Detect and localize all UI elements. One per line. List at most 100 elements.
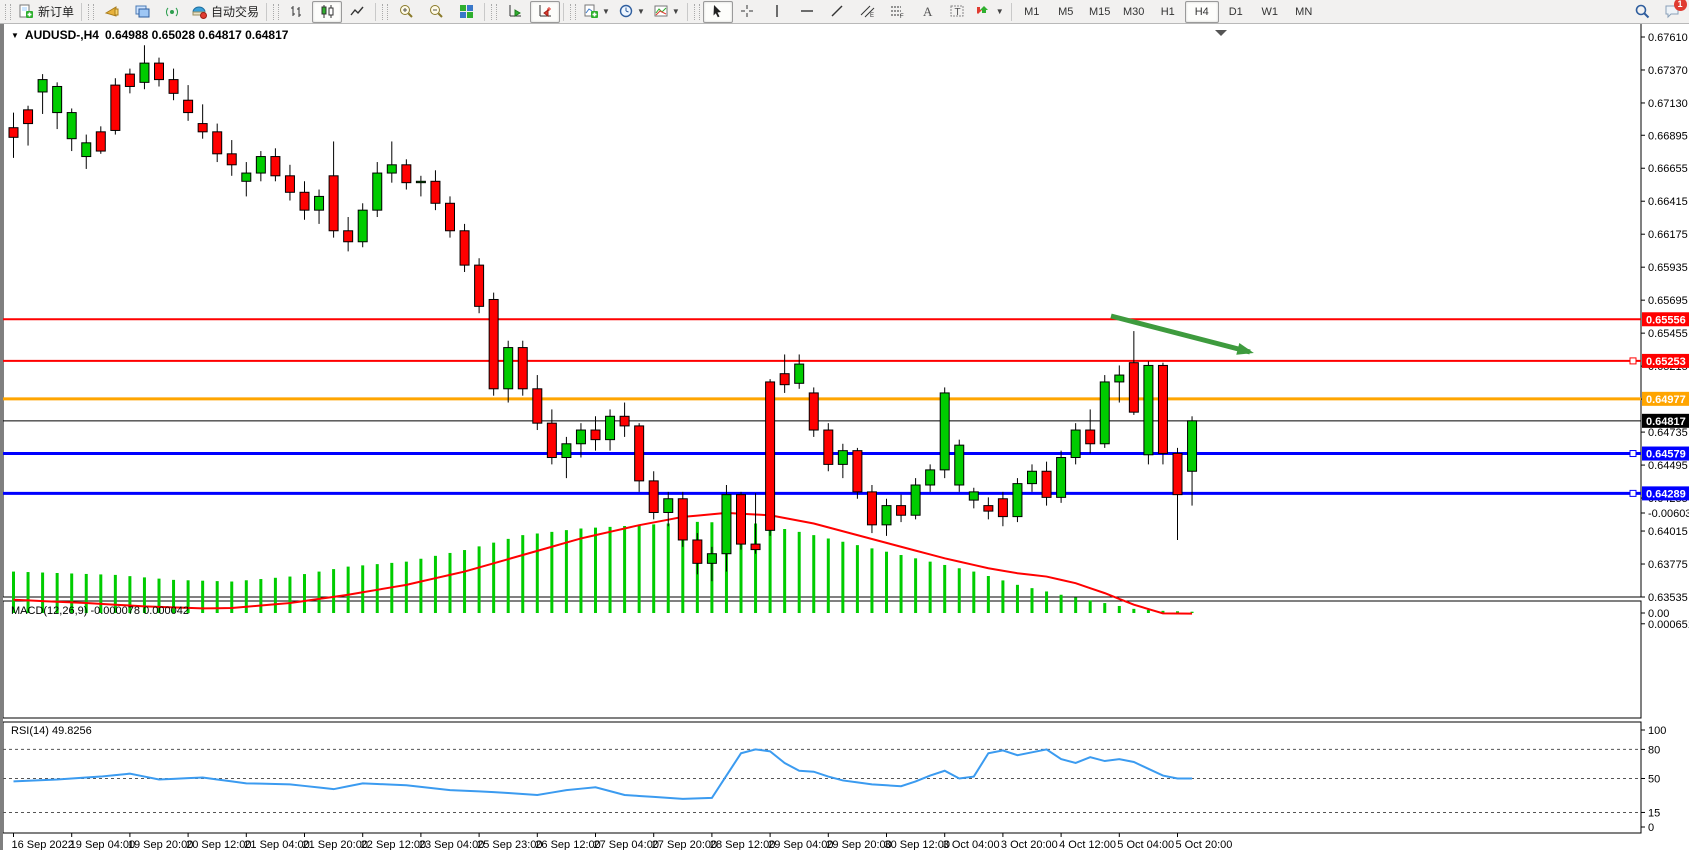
bear-candle — [300, 192, 309, 210]
bull-candle — [504, 348, 513, 389]
new-order-button[interactable]: 新订单 — [14, 1, 78, 23]
chevron-down-icon: ▼ — [637, 7, 645, 16]
cursor-button[interactable] — [703, 1, 733, 23]
horizontal-line-button[interactable] — [793, 1, 823, 23]
rsi-axis-label: 15 — [1648, 807, 1660, 819]
price-chart-canvas[interactable]: 0.676100.673700.671300.668950.666550.664… — [3, 24, 1689, 850]
toolbar-separator — [375, 3, 376, 21]
bear-candle — [460, 231, 469, 265]
bear-candle — [96, 132, 105, 151]
text-button[interactable]: A — [913, 1, 943, 23]
period-button-m1[interactable]: M1 — [1015, 1, 1049, 23]
period-button-m30[interactable]: M30 — [1117, 1, 1151, 23]
chart-shift-button[interactable] — [530, 1, 560, 23]
bear-candle — [1173, 453, 1182, 494]
bear-candle — [446, 203, 455, 230]
bear-candle — [1158, 365, 1167, 453]
bear-candle — [533, 389, 542, 423]
candles-icon — [319, 3, 336, 20]
chevron-down-icon: ▼ — [602, 7, 610, 16]
chevron-down-icon: ▼ — [996, 7, 1004, 16]
bear-candle — [125, 74, 134, 86]
trendline-button[interactable] — [823, 1, 853, 23]
terminals-button[interactable] — [127, 1, 157, 23]
macd-indicator-label: MACD(12,26,9) -0.000078 0.000042 — [11, 605, 189, 617]
bear-candle — [329, 176, 338, 231]
chart-background — [3, 24, 1689, 850]
textA-icon: A — [919, 3, 936, 20]
x-axis-label: 25 Sep 23:00 — [477, 839, 542, 850]
bear-candle — [853, 451, 862, 492]
x-axis-label: 29 Sep 04:00 — [768, 839, 833, 850]
autotrading-button[interactable]: 自动交易 — [187, 1, 263, 23]
periods-button[interactable]: ▼ — [614, 1, 649, 23]
vertical-line-button[interactable] — [763, 1, 793, 23]
indicators-button[interactable]: ▼ — [579, 1, 614, 23]
period-button-h4[interactable]: H4 — [1185, 1, 1219, 23]
bear-candle — [402, 165, 411, 183]
period-button-w1[interactable]: W1 — [1253, 1, 1287, 23]
x-axis-label: 21 Sep 04:00 — [244, 839, 309, 850]
bull-candle — [82, 143, 91, 157]
y-axis-label: 0.65455 — [1648, 328, 1688, 340]
toolbar-separator — [266, 3, 267, 21]
price-badge-label: 0.64977 — [1646, 394, 1686, 406]
zoom-in-button[interactable] — [391, 1, 421, 23]
notification-badge: 1 — [1674, 0, 1687, 11]
x-axis-label: 27 Sep 04:00 — [594, 839, 659, 850]
publish-button[interactable] — [97, 1, 127, 23]
toolbar-grip — [382, 4, 388, 20]
notifications-button[interactable]: 1 — [1657, 1, 1687, 23]
bear-candle — [198, 124, 207, 132]
arrows-button[interactable]: ▼ — [973, 1, 1008, 23]
period-button-m15[interactable]: M15 — [1083, 1, 1117, 23]
period-button-mn[interactable]: MN — [1287, 1, 1321, 23]
x-axis-label: 5 Oct 20:00 — [1176, 839, 1233, 850]
toolbar-grip — [273, 4, 279, 20]
candlestick-button[interactable] — [312, 1, 342, 23]
chart-dropdown-icon[interactable]: ▼ — [11, 31, 19, 40]
cursor-icon — [709, 3, 726, 20]
line-handle[interactable] — [1630, 358, 1636, 364]
rsi-axis-label: 80 — [1648, 744, 1660, 756]
period-button-d1[interactable]: D1 — [1219, 1, 1253, 23]
period-button-h1[interactable]: H1 — [1151, 1, 1185, 23]
tile-windows-button[interactable] — [451, 1, 481, 23]
new-order-button-label: 新订单 — [38, 3, 74, 20]
search-button[interactable] — [1627, 1, 1657, 23]
x-axis-label: 3 Oct 20:00 — [1001, 839, 1058, 850]
bull-candle — [242, 173, 251, 181]
equidistant-channel-button[interactable]: E — [853, 1, 883, 23]
templates-button[interactable]: ▼ — [649, 1, 684, 23]
crosshair-button[interactable] — [733, 1, 763, 23]
line-chart-button[interactable] — [342, 1, 372, 23]
bar-chart-button[interactable] — [282, 1, 312, 23]
price-badge-label: 0.65253 — [1646, 356, 1686, 368]
bear-candle — [635, 426, 644, 481]
arrows-icon — [977, 3, 994, 20]
line-handle[interactable] — [1630, 490, 1636, 496]
clock-icon — [618, 3, 635, 20]
bull-candle — [969, 492, 978, 500]
new-order-icon — [18, 3, 35, 20]
chart-window[interactable]: 0.676100.673700.671300.668950.666550.664… — [0, 24, 1689, 850]
bull-candle — [38, 80, 47, 92]
auto-scroll-button[interactable] — [500, 1, 530, 23]
bull-candle — [1188, 421, 1197, 471]
zoom-out-button[interactable] — [421, 1, 451, 23]
period-button-m5[interactable]: M5 — [1049, 1, 1083, 23]
x-axis-label: 20 Sep 12:00 — [186, 839, 251, 850]
line-handle[interactable] — [1630, 451, 1636, 457]
zoom-out-icon — [428, 3, 445, 20]
toolbar-grip — [694, 4, 700, 20]
macd-axis-label: -0.006036 — [1648, 508, 1689, 520]
x-axis-label: 19 Sep 20:00 — [128, 839, 193, 850]
price-badge-label: 0.64579 — [1646, 449, 1686, 461]
x-axis-label: 21 Sep 20:00 — [303, 839, 368, 850]
fibonacci-button[interactable]: F — [883, 1, 913, 23]
signal-button[interactable] — [157, 1, 187, 23]
line-chart-icon — [349, 3, 366, 20]
bear-candle — [591, 430, 600, 440]
bull-candle — [1013, 484, 1022, 517]
text-label-button[interactable]: T — [943, 1, 973, 23]
